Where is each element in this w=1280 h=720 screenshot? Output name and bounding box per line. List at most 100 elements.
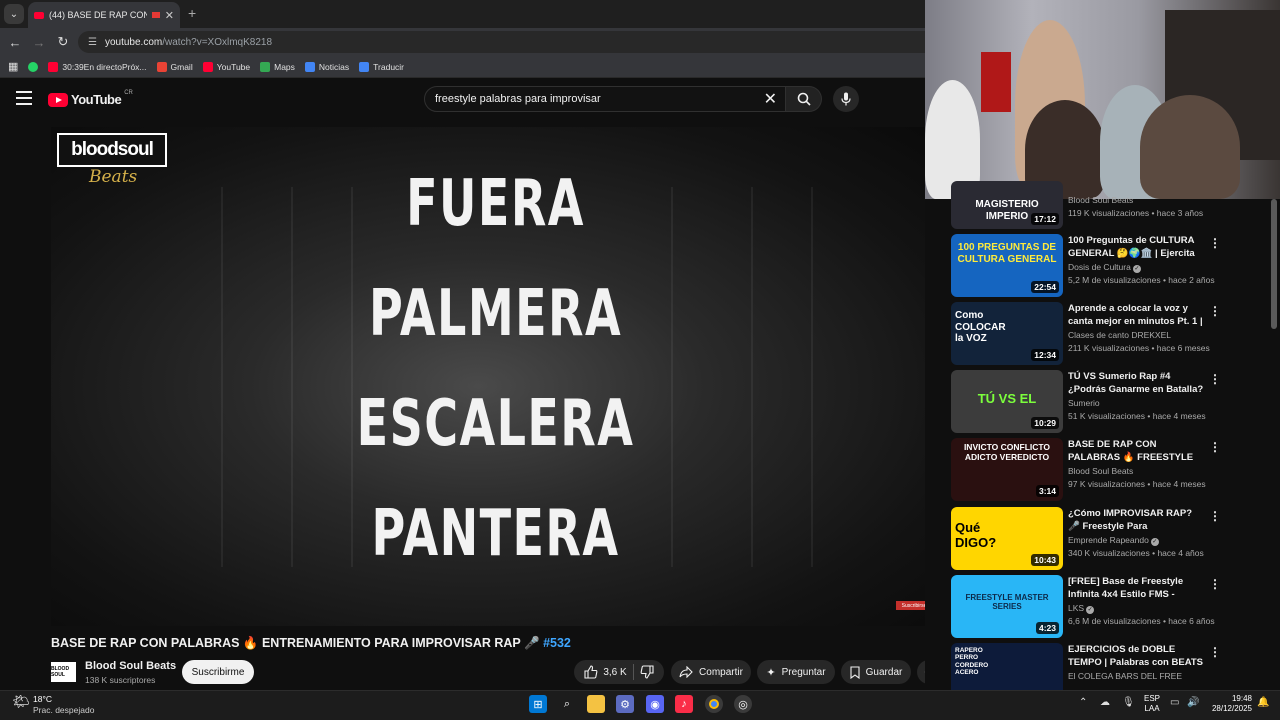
video-thumbnail[interactable]: INVICTO CONFLICTO ADICTO VEREDICTO 3:14 [951, 438, 1063, 501]
like-button[interactable]: 3,6 K [584, 665, 627, 679]
bookmark-item[interactable]: Traducir [359, 61, 404, 72]
recommendation-title[interactable]: Aprende a colocar la voz y canta mejor e… [1068, 302, 1206, 328]
recommendation-title[interactable]: EJERCICIOS de DOBLE TEMPO | Palabras con… [1068, 643, 1206, 669]
bookmark-item[interactable]: Noticias [304, 61, 349, 72]
recommendation-channel[interactable]: Sumerio [1068, 398, 1100, 408]
recommendation-meta: 51 K visualizaciones • hace 4 meses [1068, 411, 1206, 421]
video-word: PALMERA [368, 277, 623, 351]
channel-name[interactable]: Blood Soul Beats [85, 660, 176, 672]
video-thumbnail[interactable]: 100 PREGUNTAS DE CULTURA GENERAL 22:54 [951, 234, 1063, 297]
video-thumbnail[interactable]: TÚ VS EL 10:29 [951, 370, 1063, 433]
duration-badge: 10:43 [1031, 554, 1059, 566]
back-button[interactable]: ← [6, 33, 24, 51]
recommendation-channel[interactable]: LKS ✓ [1068, 603, 1095, 614]
search-icon[interactable]: ⌕ [558, 695, 576, 713]
recommendation-title[interactable]: 100 Preguntas de CULTURA GENERAL 🤔🌍🏛️ | … [1068, 234, 1206, 260]
recommendation-channel[interactable]: Clases de canto DREKXEL [1068, 330, 1171, 340]
obs-icon[interactable]: ◎ [734, 695, 752, 713]
windows-start-icon[interactable]: ⊞ [529, 695, 547, 713]
recommendation-channel[interactable]: El COLEGA BARS DEL FREE [1068, 671, 1182, 681]
recommendation-meta: 5,2 M de visualizaciones • hace 2 años [1068, 275, 1215, 285]
weather-temperature: 18°C [33, 694, 52, 704]
recommendation-item[interactable]: RAPERO PERRO CORDERO ACERO EJERCICIOS de… [951, 643, 1271, 690]
youtube-logo[interactable]: YouTube CR [48, 90, 133, 107]
ask-button[interactable]: ✦ Preguntar [757, 660, 835, 684]
recommendation-item[interactable]: TÚ VS EL 10:29 TÚ VS Sumerio Rap #4 ¿Pod… [951, 370, 1271, 434]
video-thumbnail[interactable]: Como COLOCAR la VOZ 12:34 [951, 302, 1063, 365]
subscribe-button[interactable]: Suscribirme [182, 660, 254, 684]
save-button[interactable]: Guardar [841, 660, 911, 684]
recommendation-item[interactable]: INVICTO CONFLICTO ADICTO VEREDICTO 3:14 … [951, 438, 1271, 502]
language-indicator[interactable]: ESP LAA [1144, 694, 1160, 714]
site-info-icon[interactable]: ☰ [88, 37, 97, 48]
recommendation-channel[interactable]: Blood Soul Beats [1068, 195, 1133, 205]
recommendation-channel[interactable]: Dosis de Cultura ✓ [1068, 262, 1141, 273]
cloud-icon[interactable]: ☁ [1100, 697, 1110, 708]
apps-grid-icon[interactable]: ▦ [8, 60, 18, 73]
channel-avatar[interactable]: BLOOD SOUL [51, 662, 76, 682]
recommendation-meta: 340 K visualizaciones • hace 4 años [1068, 548, 1204, 558]
bookmark-item[interactable]: YouTube [202, 61, 250, 72]
bookmark-item[interactable]: 30:39En directoPróx... [48, 61, 147, 72]
system-clock[interactable]: 19:48 28/12/2025 [1208, 694, 1252, 714]
recommendation-item[interactable]: Como COLOCAR la VOZ 12:34 Aprende a colo… [951, 302, 1271, 366]
sidebar-scrollbar[interactable] [1271, 199, 1277, 329]
search-button[interactable] [786, 86, 822, 112]
recommendation-item[interactable]: FREESTYLE MASTER SERIES 4:23 [FREE] Base… [951, 575, 1271, 639]
recommendation-item[interactable]: MAGISTERIO IMPERIO 17:12 Blood Soul Beat… [951, 181, 1271, 229]
video-thumbnail[interactable]: FREESTYLE MASTER SERIES 4:23 [951, 575, 1063, 638]
network-icon[interactable]: ▭ [1170, 697, 1179, 708]
video-player[interactable]: bloodsoul Beats FUERA PALMERA ESCALERA P… [51, 127, 940, 626]
notification-bell-icon[interactable]: 🔔 [1257, 697, 1269, 708]
recommendation-title[interactable]: [FREE] Base de Freestyle Infinita 4x4 Es… [1068, 575, 1206, 601]
recommendation-channel[interactable]: Blood Soul Beats [1068, 466, 1133, 476]
voice-search-button[interactable] [833, 86, 859, 112]
recommendation-channel[interactable]: Emprende Rapeando ✓ [1068, 535, 1159, 546]
search-input[interactable]: freestyle palabras para improvisar ✕ [424, 86, 786, 112]
recommendation-item[interactable]: Qué DIGO? 10:43 ¿Cómo IMPROVISAR RAP? 🎤 … [951, 507, 1271, 571]
clear-search-icon[interactable]: ✕ [764, 89, 777, 109]
bookmark-item[interactable]: Gmail [156, 61, 193, 72]
video-thumbnail[interactable]: Qué DIGO? 10:43 [951, 507, 1063, 570]
channel-watermark-logo: bloodsoul Beats [57, 133, 167, 197]
more-options-icon[interactable]: ⋮ [1209, 577, 1221, 591]
weather-icon[interactable]: 🌤 [12, 693, 30, 710]
hamburger-menu-icon[interactable] [16, 91, 32, 105]
more-options-icon[interactable]: ⋮ [1209, 509, 1221, 523]
verified-icon: ✓ [1086, 606, 1095, 614]
address-bar[interactable]: ☰ youtube.com/watch?v=XOxlmqK8218 [78, 31, 925, 53]
hashtag-link[interactable]: #532 [543, 636, 571, 650]
microphone-tray-icon[interactable]: 🎙 [1122, 697, 1135, 708]
reload-button[interactable]: ↻ [54, 33, 72, 51]
discord-icon[interactable]: ◉ [646, 695, 664, 713]
more-options-icon[interactable]: ⋮ [1209, 236, 1221, 250]
more-options-icon[interactable]: ⋮ [1209, 304, 1221, 318]
close-tab-icon[interactable]: ✕ [165, 9, 174, 22]
chrome-icon[interactable] [705, 695, 723, 713]
whatsapp-icon[interactable] [28, 61, 39, 72]
video-thumbnail[interactable]: RAPERO PERRO CORDERO ACERO [951, 643, 1063, 690]
share-button[interactable]: Compartir [671, 660, 751, 684]
volume-icon[interactable]: 🔊 [1187, 697, 1199, 708]
bookmark-item[interactable]: Maps [260, 61, 295, 72]
forward-button[interactable]: → [30, 33, 48, 51]
chevron-up-icon[interactable]: ⌃ [1079, 697, 1087, 708]
music-app-icon[interactable]: ♪ [675, 695, 693, 713]
browser-tab[interactable]: (44) BASE DE RAP CON PALA ✕ [28, 2, 180, 28]
recommendation-title[interactable]: TÚ VS Sumerio Rap #4 ¿Podrás Ganarme en … [1068, 370, 1206, 396]
recommendation-item[interactable]: 100 PREGUNTAS DE CULTURA GENERAL 22:54 1… [951, 234, 1271, 298]
video-thumbnail[interactable]: MAGISTERIO IMPERIO 17:12 [951, 181, 1063, 229]
recommendation-title[interactable]: ¿Cómo IMPROVISAR RAP? 🎤 Freestyle Para P… [1068, 507, 1206, 533]
more-options-icon[interactable]: ⋮ [1209, 372, 1221, 386]
thumbs-down-icon[interactable] [640, 665, 654, 679]
new-tab-button[interactable]: + [188, 5, 196, 21]
more-options-icon[interactable]: ⋮ [1209, 645, 1221, 659]
settings-gear-icon[interactable]: ⚙ [616, 695, 634, 713]
windows-taskbar [0, 690, 1280, 720]
verified-icon: ✓ [1132, 265, 1141, 273]
file-explorer-icon[interactable] [587, 695, 605, 713]
recommendation-title[interactable]: BASE DE RAP CON PALABRAS 🔥 FREESTYLE RAP… [1068, 438, 1206, 464]
tab-search-button[interactable]: ⌄ [4, 4, 24, 24]
duration-badge: 3:14 [1035, 485, 1059, 497]
more-options-icon[interactable]: ⋮ [1209, 440, 1221, 454]
